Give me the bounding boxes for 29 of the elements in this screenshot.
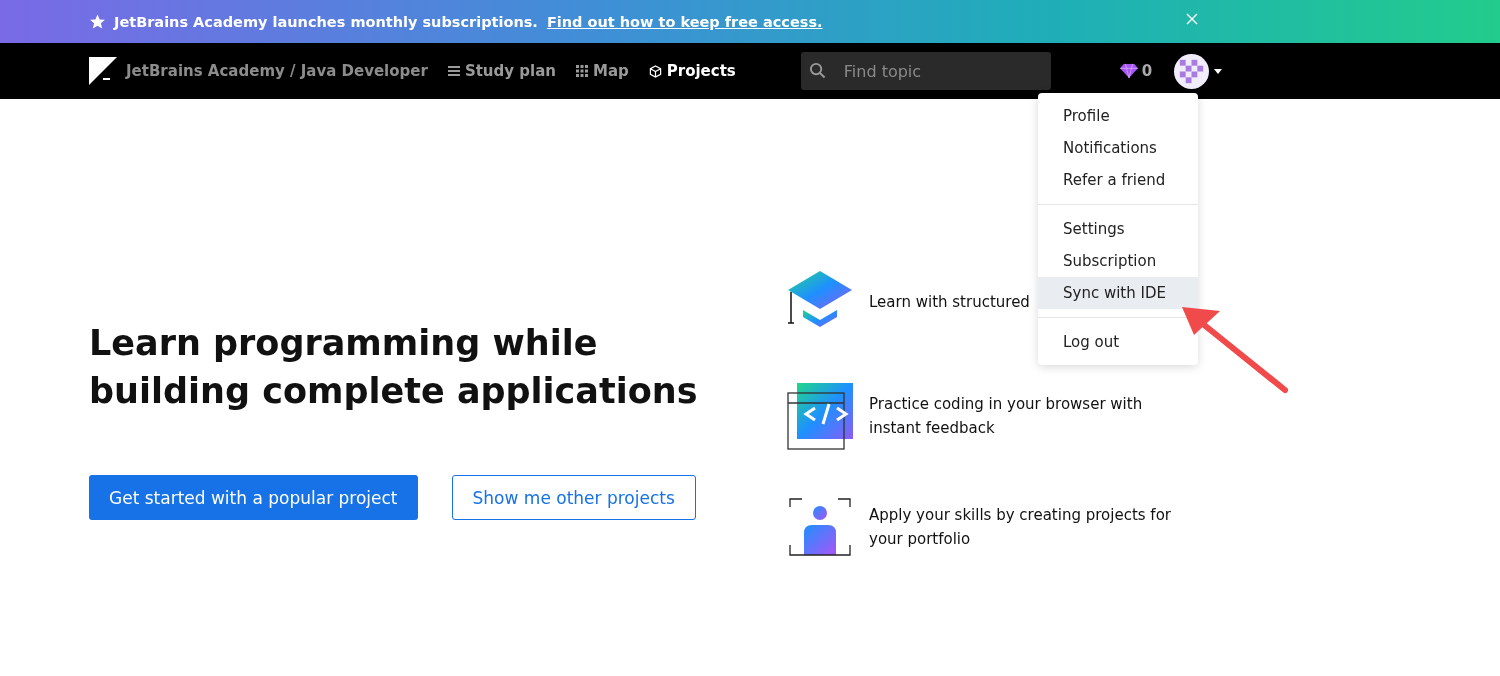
menu-item[interactable]: Profile (1038, 100, 1198, 132)
gem-count: 0 (1141, 62, 1153, 80)
person-frame-icon (787, 498, 853, 556)
menu-item[interactable]: Notifications (1038, 132, 1198, 164)
code-window-icon (787, 382, 853, 450)
banner-text: JetBrains Academy launches monthly subscriptions. (114, 13, 538, 30)
search-field[interactable]: Find topic (800, 52, 1051, 90)
feature-text: Learn with structured (869, 292, 1030, 313)
nav-link[interactable]: Map (575, 62, 629, 80)
feature-text: Practice coding in your browser with instant feedback (869, 394, 1144, 439)
feature-text: Apply your skills by creating projects for your portfolio (869, 505, 1172, 550)
list-icon (447, 65, 460, 77)
menu-item[interactable]: Subscription (1038, 245, 1198, 277)
hero-heading: Learn programming while building complete applications (89, 322, 699, 413)
menu-item[interactable]: Sync with IDE (1038, 277, 1198, 309)
nav-link[interactable]: Projects (648, 62, 736, 80)
caret-icon[interactable] (1214, 68, 1223, 74)
menu-item[interactable]: Settings (1038, 213, 1198, 245)
other-projects-button[interactable]: Show me other projects (451, 475, 696, 520)
menu-item[interactable]: Log out (1038, 326, 1198, 358)
grid-icon (575, 65, 588, 77)
star-icon (89, 13, 106, 30)
nav-link[interactable]: Study plan (447, 62, 556, 80)
get-started-button[interactable]: Get started with a popular project (89, 475, 418, 520)
brand-link[interactable]: JetBrains Academy / Java Developer (126, 62, 428, 80)
gem-icon (1119, 63, 1138, 79)
menu-item[interactable]: Refer a friend (1038, 164, 1198, 196)
avatar-icon[interactable] (1174, 53, 1210, 89)
cube-icon (648, 64, 662, 78)
